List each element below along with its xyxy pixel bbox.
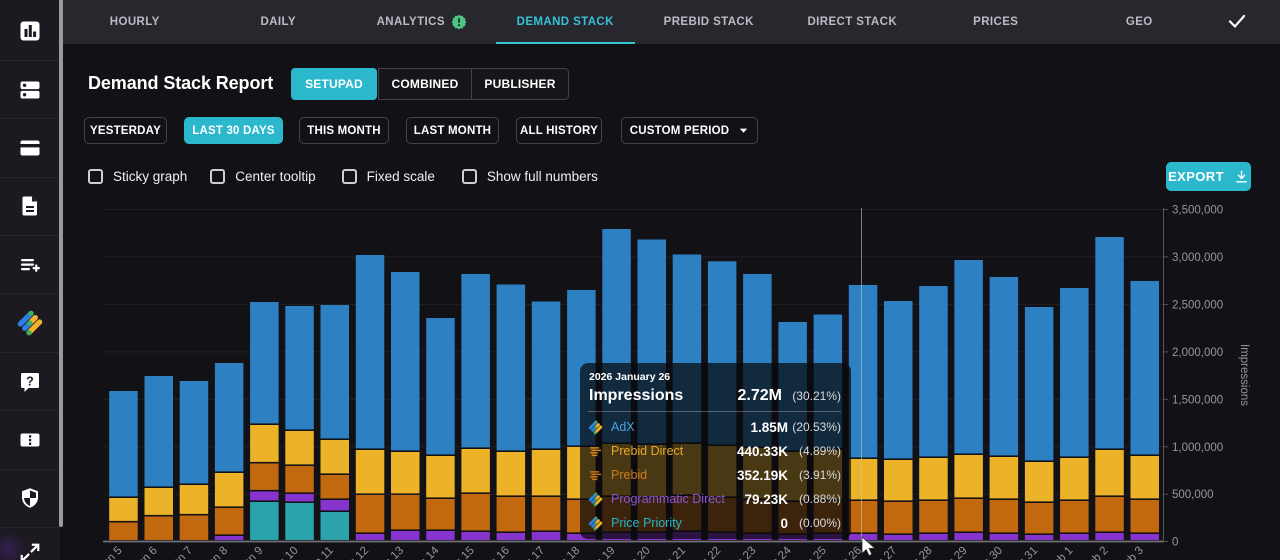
svg-text:1,500,000: 1,500,000 (1172, 394, 1223, 406)
svg-text:0: 0 (1172, 537, 1178, 549)
svg-text:Impressions: Impressions (1238, 344, 1250, 406)
svg-text:Jan 6: Jan 6 (131, 545, 159, 560)
svg-text:Jan 12: Jan 12 (338, 545, 371, 560)
svg-text:Jan 22: Jan 22 (690, 545, 723, 560)
svg-text:500,000: 500,000 (1172, 489, 1214, 501)
svg-text:Jan 25: Jan 25 (796, 545, 829, 560)
svg-text:Jan 13: Jan 13 (373, 545, 406, 560)
svg-text:Jan 18: Jan 18 (550, 545, 583, 560)
svg-text:?: ? (26, 374, 34, 388)
svg-text:Jan 15: Jan 15 (444, 545, 477, 560)
svg-text:1,000,000: 1,000,000 (1172, 442, 1223, 454)
svg-text:Jan 10: Jan 10 (268, 545, 301, 560)
svg-text:Jan 11: Jan 11 (304, 545, 336, 560)
svg-text:Jan 17: Jan 17 (514, 545, 547, 560)
svg-text:Jan 16: Jan 16 (479, 545, 512, 560)
svg-text:Jan 8: Jan 8 (202, 545, 230, 560)
svg-text:Jan 28: Jan 28 (902, 545, 935, 560)
svg-text:Jan 31: Jan 31 (1007, 545, 1040, 560)
svg-text:Feb 2: Feb 2 (1081, 545, 1110, 560)
svg-text:Feb 1: Feb 1 (1046, 545, 1075, 560)
svg-text:Jan 21: Jan 21 (655, 545, 688, 560)
svg-text:2,500,000: 2,500,000 (1172, 299, 1223, 311)
svg-text:3,000,000: 3,000,000 (1172, 252, 1223, 264)
svg-text:Jan 5: Jan 5 (96, 545, 124, 560)
svg-text:Jan 14: Jan 14 (409, 544, 442, 560)
svg-text:Jan 29: Jan 29 (937, 545, 970, 560)
svg-text:Feb 3: Feb 3 (1117, 545, 1146, 560)
svg-text:Jan 7: Jan 7 (167, 545, 195, 560)
svg-text:3,500,000: 3,500,000 (1172, 205, 1223, 217)
svg-text:Jan 9: Jan 9 (237, 545, 265, 560)
svg-text:Jan 30: Jan 30 (972, 545, 1005, 560)
svg-text:Jan 19: Jan 19 (585, 545, 618, 560)
svg-text:Jan 20: Jan 20 (620, 545, 653, 560)
svg-text:2,000,000: 2,000,000 (1172, 347, 1223, 359)
svg-text:Jan 24: Jan 24 (761, 544, 794, 560)
svg-text:Jan 23: Jan 23 (726, 545, 759, 560)
